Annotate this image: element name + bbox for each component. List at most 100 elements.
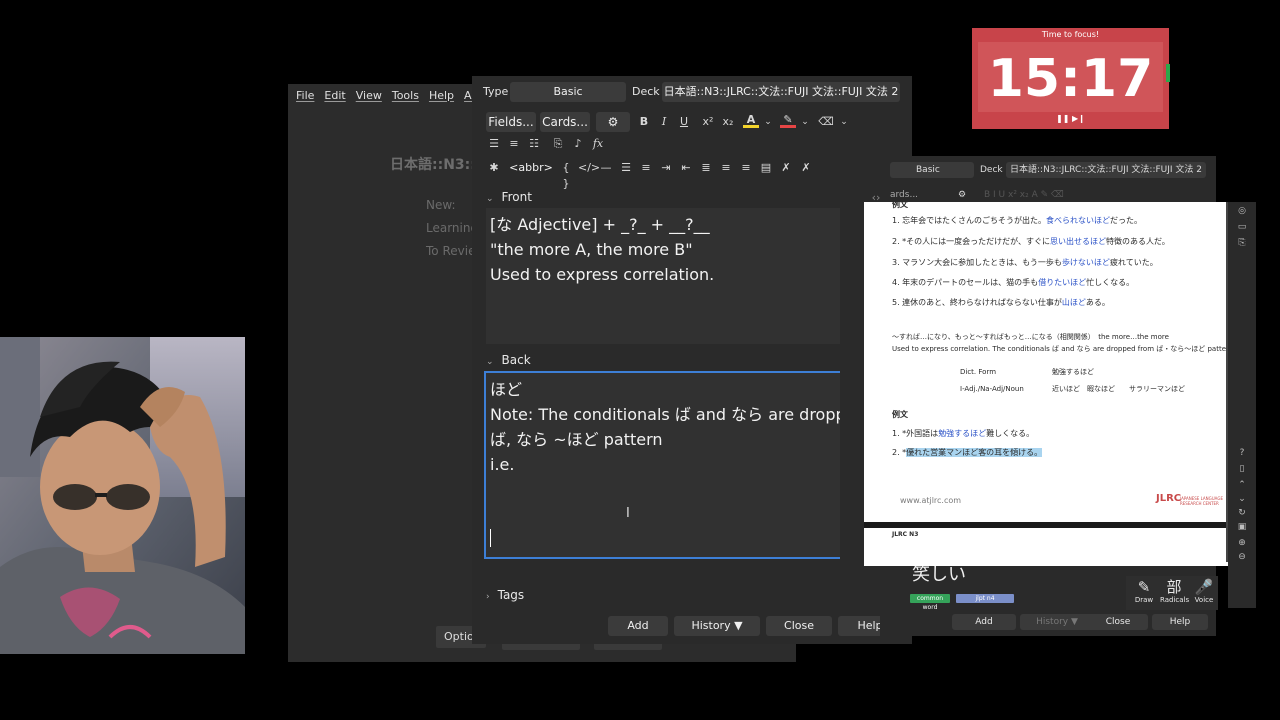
front-field-header[interactable]: ⌄ Front bbox=[486, 190, 532, 204]
back-field-header[interactable]: ⌄ Back bbox=[486, 353, 531, 367]
superscript-icon[interactable]: x² bbox=[700, 114, 716, 130]
justify-icon[interactable]: ▤ bbox=[758, 160, 774, 176]
second-close-button[interactable]: Close bbox=[1088, 614, 1148, 630]
settings-gear-icon[interactable]: ⚙ bbox=[596, 112, 630, 132]
bookmark-icon[interactable]: ▭ bbox=[1236, 222, 1248, 232]
chevron-right-icon: › bbox=[486, 592, 490, 602]
timer-countdown: 15:17 bbox=[987, 49, 1154, 109]
align-left-icon[interactable]: ≡ bbox=[718, 160, 734, 176]
history-button[interactable]: History ▼ bbox=[674, 616, 760, 636]
radicals-tool[interactable]: 部 Radicals bbox=[1160, 578, 1190, 605]
draw-icon: ✎ bbox=[1137, 578, 1151, 596]
pdf-website: www.atjlrc.com bbox=[900, 496, 962, 505]
radicals-icon: 部 bbox=[1166, 578, 1182, 596]
second-gear-icon[interactable]: ⚙ bbox=[958, 188, 966, 202]
front-line: Used to express correlation. bbox=[490, 265, 715, 284]
help-icon[interactable]: ? bbox=[1236, 448, 1248, 458]
save-icon[interactable]: ▣ bbox=[1236, 522, 1248, 532]
front-field-editor[interactable]: [な Adjective] + _?_ + __?__ "the more A,… bbox=[486, 208, 840, 344]
second-add-button[interactable]: Add bbox=[952, 614, 1016, 630]
number-list-icon[interactable]: ≡ bbox=[638, 160, 654, 176]
deck-title: 日本語::N3:: bbox=[390, 157, 476, 173]
chevron-down-icon: ⌄ bbox=[486, 194, 494, 204]
chevron-down-icon[interactable]: ⌄ bbox=[797, 114, 813, 130]
second-deck-selector[interactable]: 日本語::N3::JLRC::文法::FUJI 文法::FUJI 文法 2 bbox=[1006, 162, 1206, 178]
menu-file[interactable]: File bbox=[296, 89, 314, 102]
desktop: File Edit View Tools Help Anki Decks 日本語… bbox=[0, 0, 1280, 720]
add-button[interactable]: Add bbox=[608, 616, 668, 636]
clear-format-icon[interactable]: ✗ bbox=[798, 160, 814, 176]
bullet-list-icon[interactable]: ☰ bbox=[618, 160, 634, 176]
tags-label: Tags bbox=[497, 588, 525, 602]
highlight-color-icon[interactable]: ✎ bbox=[780, 112, 796, 128]
draw-tool[interactable]: ✎ Draw bbox=[1130, 578, 1158, 605]
tags-header[interactable]: › Tags bbox=[486, 588, 524, 602]
second-history-button[interactable]: History ▼ bbox=[1020, 614, 1094, 630]
align-right-icon[interactable]: ≡ bbox=[738, 160, 754, 176]
cards-button[interactable]: Cards... bbox=[540, 112, 590, 132]
second-type-selector[interactable]: Basic bbox=[890, 162, 974, 178]
chevron-down-icon[interactable]: ⌄ bbox=[836, 114, 852, 130]
formula-icon[interactable]: fx bbox=[590, 136, 606, 152]
fields-button[interactable]: Fields... bbox=[486, 112, 536, 132]
pdf-page2-label: JLRC N3 bbox=[892, 531, 919, 538]
voice-label: Voice bbox=[1194, 596, 1214, 604]
front-line: [な Adjective] + _?_ + __?__ bbox=[490, 215, 710, 234]
chevron-down-icon[interactable]: ⌄ bbox=[760, 114, 776, 130]
abbr-button[interactable]: <abbr> bbox=[506, 158, 556, 178]
copy-icon[interactable]: ⎘ bbox=[1236, 238, 1248, 248]
align-icon[interactable]: ☷ bbox=[526, 136, 542, 152]
toggle-icon[interactable]: ✱ bbox=[486, 160, 502, 176]
align-center-icon[interactable]: ≣ bbox=[698, 160, 714, 176]
menu-edit[interactable]: Edit bbox=[324, 89, 345, 102]
menu-view[interactable]: View bbox=[356, 89, 382, 102]
type-label: Type bbox=[483, 85, 509, 98]
second-cards-button[interactable]: ards... bbox=[890, 188, 918, 202]
chevron-up-icon[interactable]: ⌃ bbox=[1236, 480, 1248, 490]
mathjax-icon[interactable]: ✗ bbox=[778, 160, 794, 176]
pdf-form-label: I-Adj./Na-Adj/Noun bbox=[960, 385, 1024, 393]
menu-help[interactable]: Help bbox=[429, 89, 454, 102]
thumbnail-icon[interactable]: ◎ bbox=[1236, 206, 1248, 216]
pdf-explanation: Used to express correlation. The conditi… bbox=[892, 345, 1234, 353]
page-icon[interactable]: ▯ bbox=[1236, 464, 1248, 474]
subscript-icon[interactable]: x₂ bbox=[720, 114, 736, 130]
code-icon[interactable]: </> bbox=[578, 160, 600, 176]
webcam-feed bbox=[0, 337, 245, 654]
pdf-form-label: Dict. Form bbox=[960, 368, 997, 376]
second-help-button[interactable]: Help bbox=[1152, 614, 1208, 630]
bold-icon[interactable]: B bbox=[636, 114, 652, 130]
italic-icon[interactable]: I bbox=[656, 114, 672, 130]
note-type-selector[interactable]: Basic bbox=[510, 82, 626, 102]
pdf-pattern-line: ～すれば…になり、もっと～すればもっと…になる（相関関係） the more…t… bbox=[892, 333, 1169, 341]
deck-selector[interactable]: 日本語::N3::JLRC::文法::FUJI 文法::FUJI 文法 2 bbox=[662, 82, 900, 102]
microphone-icon[interactable]: ♪ bbox=[570, 136, 586, 152]
back-field-editor[interactable]: ほど Note: The conditionals ば and なら are d… bbox=[484, 371, 840, 559]
underline-icon[interactable]: U bbox=[676, 114, 692, 130]
pdf-page[interactable]: 例文 1. 忘年会ではたくさんのごちそうが出た。食べられないほどだった。 2. … bbox=[864, 202, 1238, 566]
refresh-icon[interactable]: ↻ bbox=[1236, 508, 1248, 518]
pdf-example-header: 例文 bbox=[892, 202, 908, 209]
eraser-icon[interactable]: ⌫ bbox=[818, 114, 834, 130]
zoom-in-icon[interactable]: ⊕ bbox=[1236, 538, 1248, 548]
voice-tool[interactable]: 🎤 Voice bbox=[1190, 578, 1218, 605]
chevron-down-icon[interactable]: ⌄ bbox=[1236, 494, 1248, 504]
braces-icon[interactable]: { } bbox=[558, 160, 574, 190]
unordered-list-icon[interactable]: ☰ bbox=[486, 136, 502, 152]
pdf-example-line: 1. *外国語は勉強するほど難しくなる。 bbox=[892, 429, 1035, 438]
font-color-icon[interactable]: A bbox=[743, 112, 759, 128]
timer-controls[interactable]: ❚❚ ▶❙ bbox=[972, 114, 1169, 123]
indent-icon[interactable]: ⇥ bbox=[658, 160, 674, 176]
close-button[interactable]: Close bbox=[766, 616, 832, 636]
attach-icon[interactable]: ⎘ bbox=[550, 136, 566, 152]
hr-icon[interactable]: — bbox=[598, 160, 614, 176]
zoom-out-icon[interactable]: ⊖ bbox=[1236, 552, 1248, 562]
outdent-icon[interactable]: ⇤ bbox=[678, 160, 694, 176]
pdf-example-line-selected: 2. *優れた営業マンほど客の耳を傾ける。 bbox=[892, 448, 1043, 457]
timer-caption: Time to focus! bbox=[1041, 30, 1100, 39]
menu-tools[interactable]: Tools bbox=[392, 89, 419, 102]
pdf-page-2: JLRC N3 bbox=[864, 528, 1228, 566]
ordered-list-icon[interactable]: ≡ bbox=[506, 136, 522, 152]
microphone-icon: 🎤 bbox=[1194, 578, 1214, 596]
radicals-label: Radicals bbox=[1160, 596, 1190, 604]
